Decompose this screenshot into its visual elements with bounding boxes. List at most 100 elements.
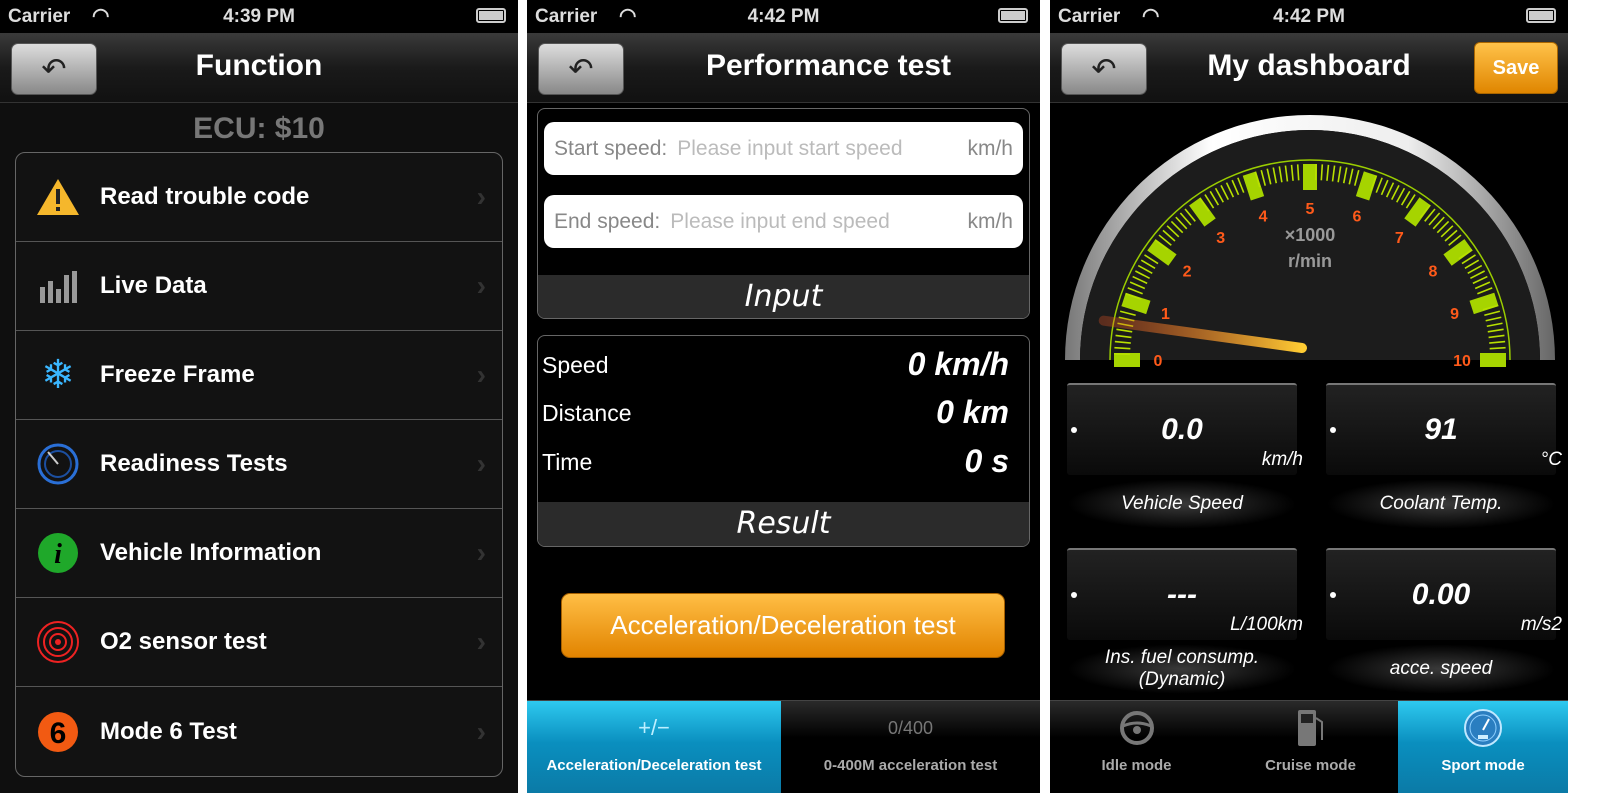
major-tick — [1355, 171, 1378, 201]
result-value: 0 s — [964, 443, 1009, 479]
list-item-readiness-tests[interactable]: Readiness Tests › — [16, 420, 502, 509]
chevron-right-icon: › — [476, 270, 486, 301]
tile-name: Coolant Temp. — [1326, 479, 1556, 529]
tile-value: 0.0 — [1161, 413, 1203, 446]
dashboard-screen: Carrier ◠ 4:42 PM ↶ My dashboard Save 0 1… — [1050, 0, 1568, 793]
result-section-label: Result — [538, 502, 1029, 546]
input-section-label: Input — [538, 275, 1029, 318]
end-speed-placeholder: Please input end speed — [670, 209, 890, 233]
item-label: O2 sensor test — [100, 628, 267, 655]
start-speed-unit: km/h — [967, 136, 1013, 160]
list-item-vehicle-information[interactable]: i Vehicle Information › — [16, 509, 502, 598]
input-panel: Start speed: Please input start speed km/h… — [537, 108, 1030, 319]
tick-label: 0 — [1154, 353, 1163, 370]
status-bar: Carrier ◠ 4:42 PM — [1050, 0, 1568, 33]
tile-name: acce. speed — [1326, 644, 1556, 694]
tile-unit: °C — [1540, 449, 1562, 470]
warning-icon — [16, 177, 100, 217]
tile-fuel-consumption[interactable]: --- L/100km Ins. fuel consump. (Dynamic) — [1067, 548, 1303, 698]
chevron-right-icon: › — [476, 537, 486, 568]
six-icon: 6 — [16, 711, 100, 753]
snowflake-icon: ❄ — [41, 353, 75, 397]
tab-sport-mode[interactable]: Sport mode — [1398, 701, 1568, 793]
battery-icon — [1526, 8, 1556, 23]
result-value: 0 km — [936, 394, 1009, 430]
tick-label: 3 — [1216, 230, 1225, 247]
result-label: Time — [542, 449, 593, 475]
tile-name: Ins. fuel consump. (Dynamic) — [1067, 644, 1297, 694]
tile-value: 0.00 — [1411, 578, 1471, 611]
tile-unit: m/s2 — [1520, 614, 1562, 635]
result-panel: Speed 0 km/h Distance 0 km Time 0 s Result — [537, 335, 1030, 547]
status-bar: Carrier ◠ 4:42 PM — [527, 0, 1040, 33]
tab-bar: +/− Acceleration/Deceleration test 0/400 0… — [527, 700, 1040, 793]
tab-0-400m[interactable]: 0/400 0-400M acceleration test — [781, 701, 1040, 793]
start-speed-input[interactable]: Start speed: Please input start speed km/h — [544, 122, 1023, 175]
result-row-time: Time 0 s — [542, 443, 1009, 479]
list-item-live-data[interactable]: Live Data › — [16, 242, 502, 331]
tile-coolant-temp[interactable]: 91 °C Coolant Temp. — [1326, 383, 1562, 533]
minor-tick — [1114, 353, 1131, 356]
nav-bar: ↶ My dashboard Save — [1050, 33, 1568, 103]
tile-vehicle-speed[interactable]: 0.0 km/h Vehicle Speed — [1067, 383, 1303, 533]
fuel-pump-icon — [1223, 701, 1398, 755]
chevron-right-icon: › — [476, 359, 486, 390]
tile-unit: km/h — [1261, 449, 1303, 470]
list-item-mode-6-test[interactable]: 6 Mode 6 Test › — [16, 687, 502, 776]
minor-tick — [1114, 346, 1131, 350]
tab-cruise-mode[interactable]: Cruise mode — [1223, 701, 1398, 793]
rpm-gauge: 0 1 2 3 4 5 6 7 8 9 10 ×1000 r/min — [1065, 115, 1555, 370]
tick-label: 4 — [1259, 208, 1268, 225]
info-icon: i — [16, 532, 100, 574]
list-item-read-trouble-code[interactable]: Read trouble code › — [16, 153, 502, 242]
tick-label: 10 — [1453, 353, 1471, 370]
tab-idle-mode[interactable]: Idle mode — [1050, 701, 1223, 793]
tab-label: Idle mode — [1101, 757, 1172, 774]
chevron-right-icon: › — [476, 181, 486, 212]
item-label: Vehicle Information — [100, 539, 322, 566]
chevron-right-icon: › — [476, 715, 486, 747]
page-title: Function — [195, 49, 323, 82]
timer-icon — [16, 442, 100, 486]
tick-label: 7 — [1395, 230, 1404, 247]
tick-label: 1 — [1161, 306, 1170, 323]
result-label: Distance — [542, 400, 632, 426]
list-item-freeze-frame[interactable]: ❄ Freeze Frame › — [16, 331, 502, 420]
tile-unit: L/100km — [1230, 614, 1303, 635]
function-list: Read trouble code › Live Data › ❄ Freeze Fr… — [15, 152, 503, 777]
minor-tick — [1314, 164, 1317, 181]
gauge-unit: r/min — [1288, 251, 1332, 271]
end-speed-unit: km/h — [967, 209, 1013, 233]
battery-icon — [476, 8, 506, 23]
performance-screen: Carrier ◠ 4:42 PM ↶ Performance test Sta… — [527, 0, 1040, 793]
zero-400-icon: 0/400 — [887, 717, 934, 738]
gauge-unit-multiplier: ×1000 — [1285, 225, 1336, 245]
list-item-o2-sensor-test[interactable]: O2 sensor test › — [16, 598, 502, 687]
tile-value: 91 — [1424, 413, 1458, 446]
bar-chart-icon — [16, 269, 100, 303]
item-label: Read trouble code — [100, 183, 310, 210]
tab-label: Cruise mode — [1265, 757, 1356, 774]
result-row-speed: Speed 0 km/h — [542, 346, 1009, 382]
tab-bar: Idle mode Cruise mode Sport mode — [1050, 700, 1568, 793]
acceleration-test-button[interactable]: Acceleration/Deceleration test — [561, 593, 1005, 658]
end-speed-input[interactable]: End speed: Please input end speed km/h — [544, 195, 1023, 248]
item-label: Readiness Tests — [100, 450, 288, 477]
minor-tick — [1296, 164, 1300, 181]
minor-tick — [1320, 164, 1324, 181]
tab-acceleration-deceleration[interactable]: +/− Acceleration/Deceleration test — [527, 701, 781, 793]
start-speed-label: Start speed: — [554, 136, 668, 160]
chevron-right-icon: › — [476, 626, 486, 657]
result-row-distance: Distance 0 km — [542, 394, 1009, 430]
tile-acceleration[interactable]: 0.00 m/s2 acce. speed — [1326, 548, 1562, 698]
ecu-label: ECU: $10 — [193, 112, 325, 145]
page-title: Performance test — [705, 49, 952, 82]
nav-bar: ↶ Performance test — [527, 33, 1040, 103]
tab-label: 0-400M acceleration test — [823, 757, 998, 774]
item-label: Mode 6 Test — [100, 717, 237, 745]
item-label: Live Data — [100, 272, 207, 299]
save-button[interactable]: Save — [1474, 42, 1558, 94]
battery-icon — [998, 8, 1028, 23]
plus-minus-icon: +/− — [638, 715, 670, 740]
major-tick — [1121, 292, 1151, 315]
